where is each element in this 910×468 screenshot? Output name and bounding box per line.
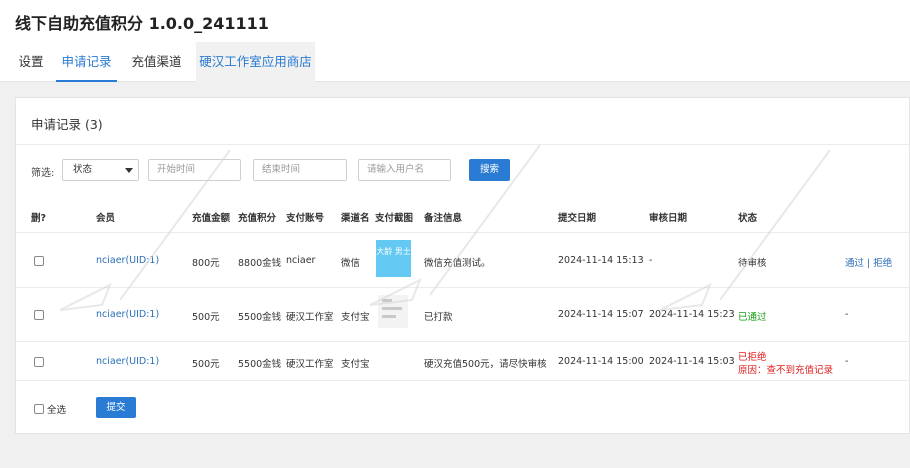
tab-records[interactable]: 申请记录: [56, 42, 117, 82]
divider: [16, 287, 909, 288]
start-date-input[interactable]: 开始时间: [148, 159, 241, 181]
row-action-placeholder: -: [845, 356, 849, 367]
select-all-checkbox[interactable]: [34, 404, 44, 414]
col-status: 状态: [738, 213, 758, 224]
records-panel: 申请记录 (3) 筛选: 状态 开始时间 结束时间 请输入用户名 搜索 删? 会…: [15, 97, 910, 434]
divider: [16, 341, 909, 342]
row-checkbox[interactable]: [34, 357, 44, 367]
points-cell: 5500金钱: [238, 312, 282, 323]
amount-cell: 500元: [192, 312, 220, 323]
row-action-placeholder: -: [845, 309, 849, 320]
col-review-date: 审核日期: [649, 213, 688, 224]
submit-date-cell: 2024-11-14 15:13: [558, 255, 644, 266]
reject-reason: 原因：查不到充值记录: [738, 365, 834, 376]
remark-cell: 微信充值测试。: [424, 258, 491, 269]
approve-link[interactable]: 通过: [845, 258, 864, 269]
account-cell: nciaer: [286, 255, 316, 266]
payment-screenshot[interactable]: 大龄 男士: [376, 240, 411, 277]
channel-cell: 支付宝: [341, 359, 370, 370]
status-cell: 待审核: [738, 258, 767, 269]
col-points: 充值积分: [238, 213, 277, 224]
col-remark: 备注信息: [424, 213, 463, 224]
col-screenshot: 支付截图: [375, 213, 414, 224]
review-date-cell: 2024-11-14 15:03: [649, 356, 735, 367]
col-submit-date: 提交日期: [558, 213, 597, 224]
row-checkbox[interactable]: [34, 256, 44, 266]
points-cell: 5500金钱: [238, 359, 282, 370]
channel-cell: 微信: [341, 258, 361, 269]
reject-link[interactable]: 拒绝: [873, 258, 892, 269]
payment-screenshot[interactable]: [378, 295, 408, 328]
col-account: 支付账号: [286, 213, 325, 224]
account-cell: 硬汉工作室: [286, 312, 334, 323]
filter-label: 筛选:: [31, 168, 55, 179]
panel-title: 申请记录 (3): [31, 117, 103, 132]
review-date-cell: -: [649, 255, 653, 266]
status-badge: 已通过: [738, 312, 767, 323]
submit-button[interactable]: 提交: [96, 397, 136, 418]
row-checkbox[interactable]: [34, 310, 44, 320]
top-bar: 线下自助充值积分 1.0.0_241111 设置 申请记录 充值渠道 硬汉工作室…: [0, 0, 910, 82]
end-date-input[interactable]: 结束时间: [253, 159, 347, 181]
col-channel: 渠道名: [341, 213, 370, 224]
submit-date-cell: 2024-11-14 15:07: [558, 309, 644, 320]
search-button[interactable]: 搜索: [469, 159, 510, 181]
select-all-label: 全选: [47, 405, 67, 416]
panel-header: 申请记录 (3): [16, 98, 909, 145]
remark-cell: 硬汉充值500元，请尽快审核: [424, 359, 547, 370]
member-link[interactable]: nciaer(UID:1): [96, 309, 159, 320]
app-title: 线下自助充值积分 1.0.0_241111: [15, 14, 269, 33]
thumbnail-line: [382, 299, 392, 302]
col-delete: 删?: [31, 213, 47, 224]
col-amount: 充值金额: [192, 213, 231, 224]
tab-app-store[interactable]: 硬汉工作室应用商店: [196, 42, 315, 82]
member-link[interactable]: nciaer(UID:1): [96, 255, 159, 266]
review-date-cell: 2024-11-14 15:23: [649, 309, 735, 320]
tab-channels[interactable]: 充值渠道: [125, 42, 188, 82]
submit-date-cell: 2024-11-14 15:00: [558, 356, 644, 367]
member-link[interactable]: nciaer(UID:1): [96, 356, 159, 367]
thumbnail-line: [382, 315, 396, 318]
remark-cell: 已打款: [424, 312, 453, 323]
amount-cell: 500元: [192, 359, 220, 370]
col-member: 会员: [96, 213, 116, 224]
status-select[interactable]: 状态: [62, 159, 139, 181]
channel-cell: 支付宝: [341, 312, 370, 323]
action-separator: |: [867, 258, 871, 269]
row-actions: 通过 | 拒绝: [845, 255, 892, 269]
amount-cell: 800元: [192, 258, 220, 269]
status-badge: 已拒绝: [738, 352, 767, 363]
tab-settings[interactable]: 设置: [8, 42, 54, 82]
divider: [16, 380, 909, 381]
status-select-value: 状态: [73, 164, 93, 175]
chevron-down-icon: [125, 168, 133, 173]
points-cell: 8800金钱: [238, 258, 282, 269]
divider: [16, 232, 909, 233]
username-input[interactable]: 请输入用户名: [358, 159, 451, 181]
account-cell: 硬汉工作室: [286, 359, 334, 370]
thumbnail-line: [382, 307, 402, 310]
